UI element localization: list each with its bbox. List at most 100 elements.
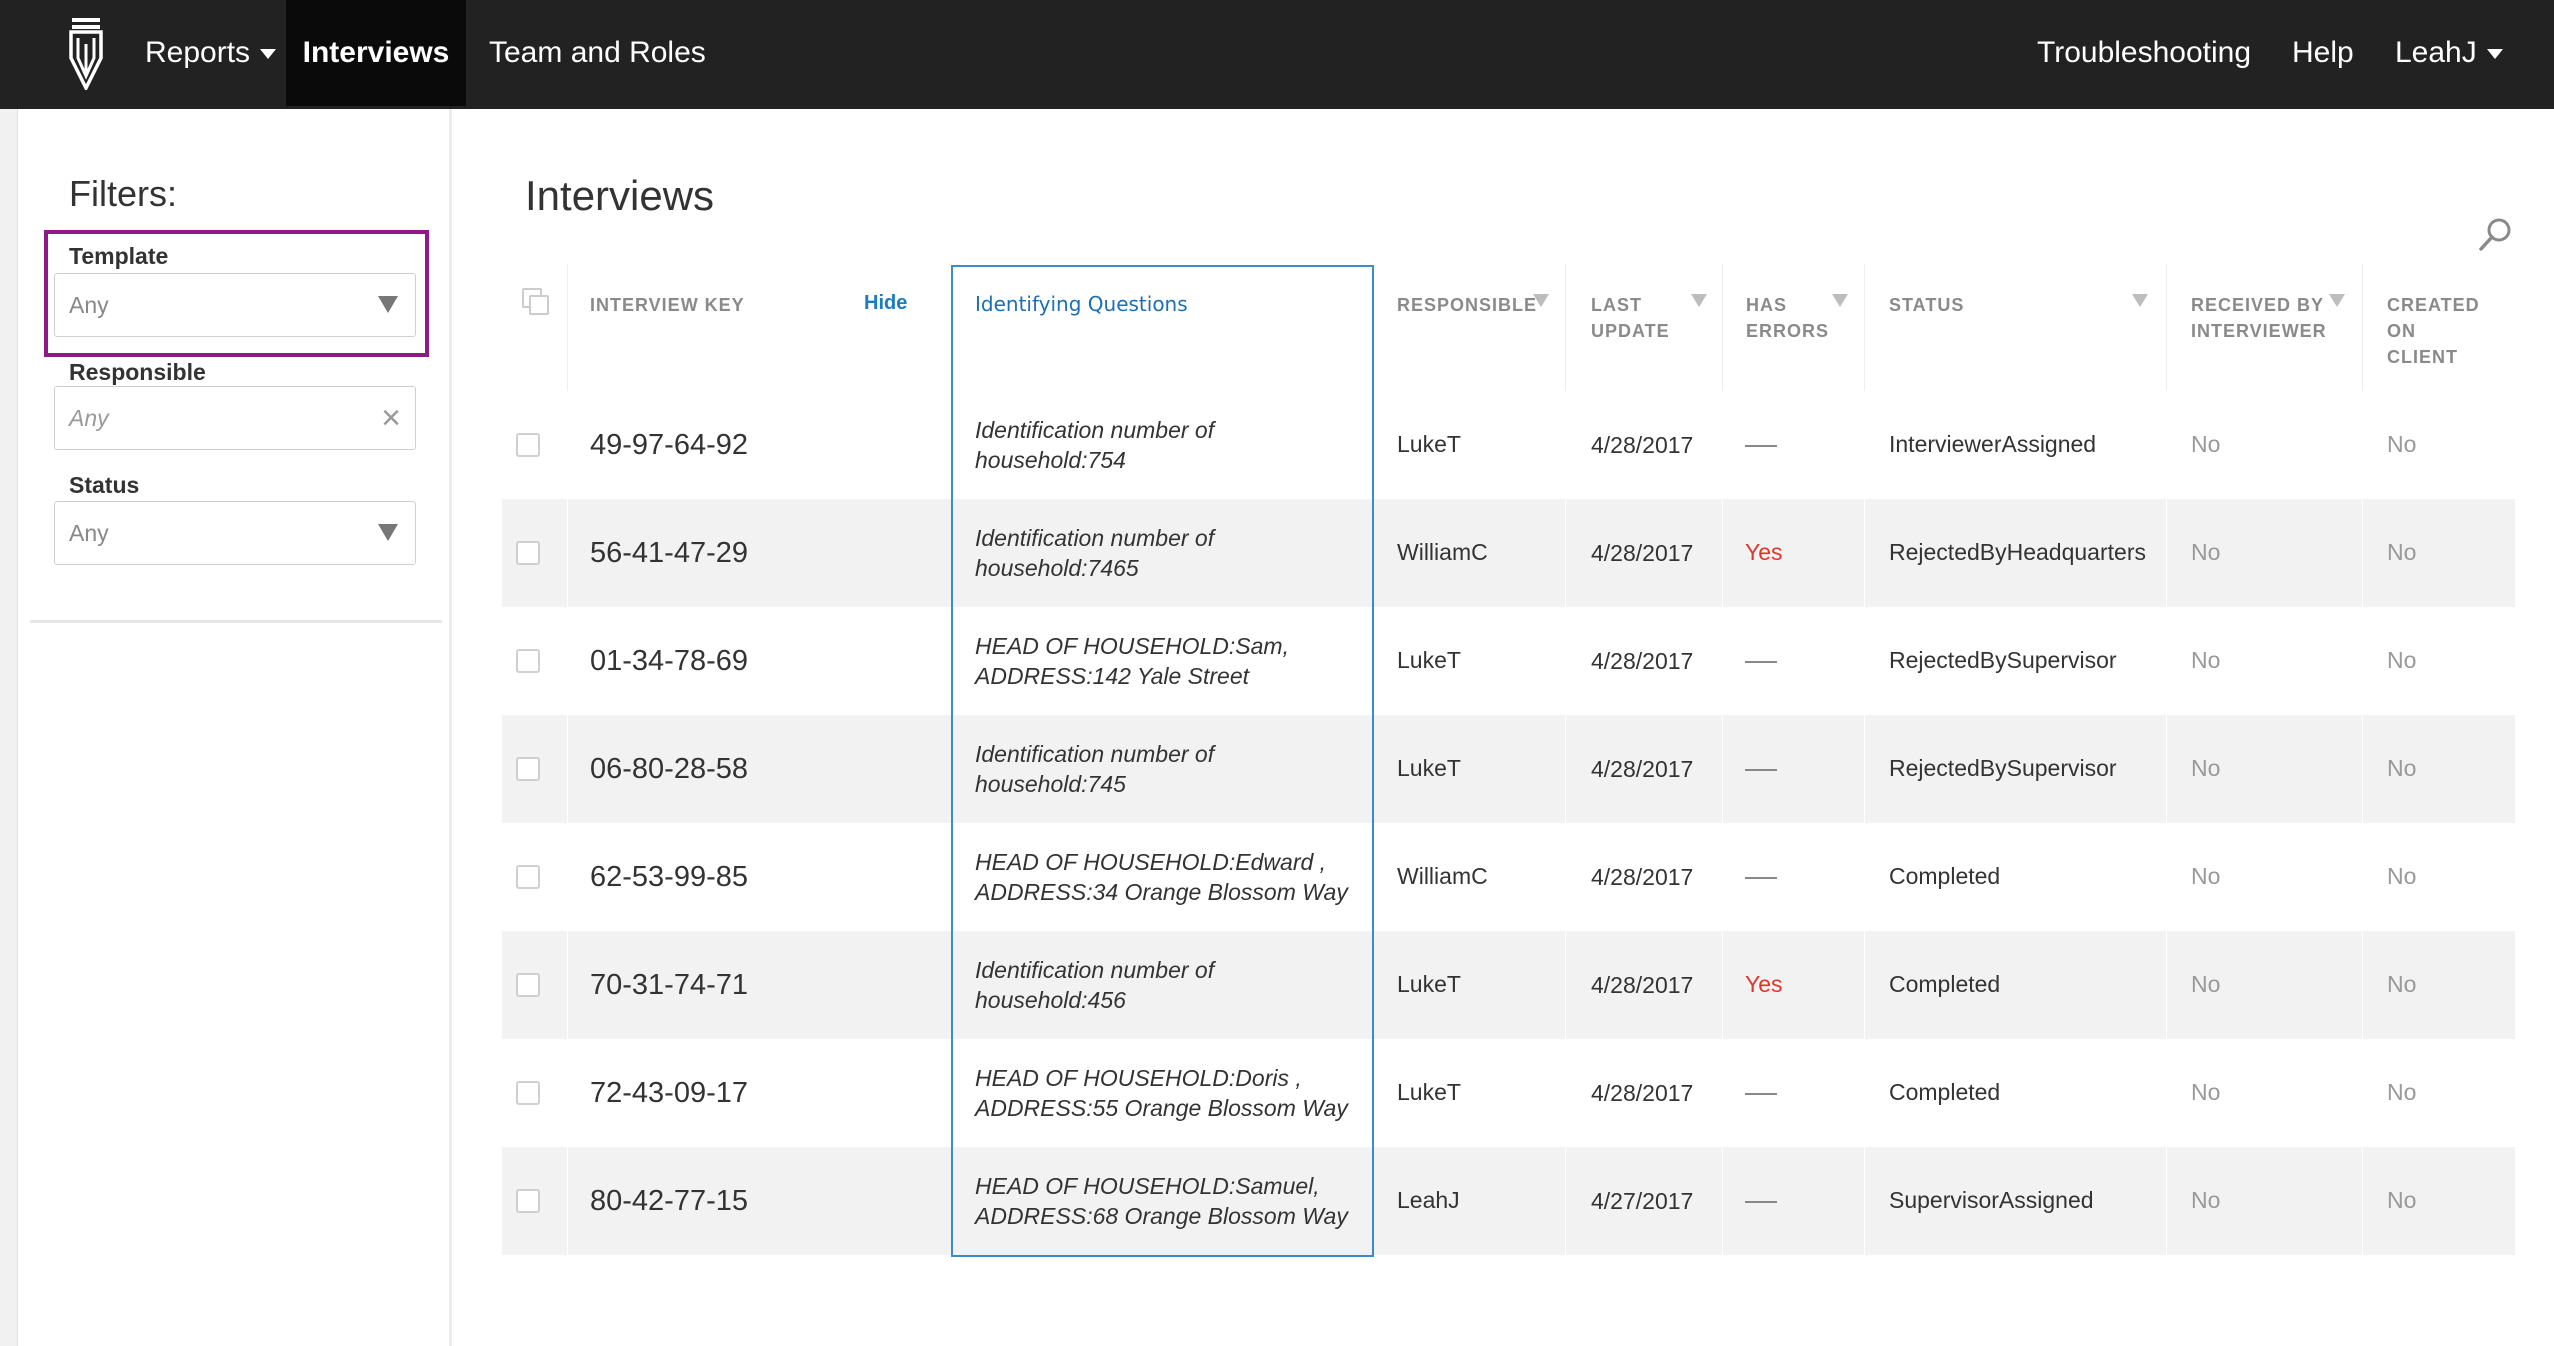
col-received-by-interviewer[interactable]: RECEIVED BY INTERVIEWER <box>2191 264 2327 392</box>
column-separator <box>1565 499 1566 607</box>
interview-key[interactable]: 80-42-77-15 <box>590 1185 748 1218</box>
column-separator <box>1722 1147 1723 1255</box>
col-status[interactable]: STATUS <box>1889 264 1964 392</box>
page-title: Interviews <box>525 172 715 219</box>
interview-key[interactable]: 49-97-64-92 <box>590 429 748 462</box>
column-separator <box>567 1147 568 1255</box>
table-row[interactable]: 62-53-99-85 HEAD OF HOUSEHOLD:Edward , A… <box>502 823 2515 931</box>
filter-icon[interactable] <box>2329 294 2345 307</box>
filter-icon[interactable] <box>1691 294 1707 307</box>
last-update-cell: 4/28/2017 <box>1591 432 1694 458</box>
column-separator <box>1722 823 1723 931</box>
interview-key[interactable]: 70-31-74-71 <box>590 969 748 1002</box>
top-navbar: Reports Interviews Team and Roles Troubl… <box>0 0 2554 109</box>
identifying-line-2: ADDRESS:55 Orange Blossom Way <box>975 1095 1348 1121</box>
interview-key[interactable]: 62-53-99-85 <box>590 861 748 894</box>
interview-key[interactable]: 01-34-78-69 <box>590 645 748 678</box>
column-separator <box>2362 715 2363 823</box>
column-separator <box>1864 391 1865 499</box>
nav-team-and-roles[interactable]: Team and Roles <box>489 0 706 106</box>
status-select[interactable]: Any <box>54 501 416 565</box>
col-created-on-client[interactable]: CREATED ON CLIENT <box>2387 264 2480 392</box>
table-row[interactable]: 70-31-74-71 Identification number of hou… <box>502 931 2515 1039</box>
col-has-errors[interactable]: HAS ERRORS <box>1746 264 1829 392</box>
responsible-cell: LukeT <box>1397 755 1461 781</box>
nav-troubleshooting[interactable]: Troubleshooting <box>2037 0 2251 106</box>
col-identifying-questions[interactable]: Identifying Questions <box>975 292 1188 316</box>
pen-nib-logo-icon[interactable] <box>66 18 106 90</box>
clear-icon[interactable]: × <box>381 401 401 435</box>
responsible-input[interactable]: Any × <box>54 386 416 450</box>
identifying-questions-cell: HEAD OF HOUSEHOLD:Edward , ADDRESS:34 Or… <box>975 847 1375 907</box>
row-checkbox[interactable] <box>516 973 540 997</box>
identifying-line-1: Identification number of <box>975 417 1215 443</box>
column-separator <box>2166 1147 2167 1255</box>
interview-key[interactable]: 72-43-09-17 <box>590 1077 748 1110</box>
identifying-line-1: HEAD OF HOUSEHOLD:Sam, <box>975 633 1289 659</box>
hide-identifying-link[interactable]: Hide <box>864 292 907 315</box>
responsible-cell: LukeT <box>1397 647 1461 673</box>
row-checkbox[interactable] <box>516 1189 540 1213</box>
has-errors-cell: Yes <box>1745 539 1783 565</box>
created-on-client-cell: No <box>2387 539 2417 565</box>
identifying-line-1: Identification number of <box>975 741 1215 767</box>
nav-user-menu[interactable]: LeahJ <box>2395 0 2503 106</box>
table-row[interactable]: 01-34-78-69 HEAD OF HOUSEHOLD:Sam, ADDRE… <box>502 607 2515 715</box>
identifying-line-2: ADDRESS:34 Orange Blossom Way <box>975 879 1348 905</box>
table-row[interactable]: 72-43-09-17 HEAD OF HOUSEHOLD:Doris , AD… <box>502 1039 2515 1147</box>
status-cell: Completed <box>1889 1079 2001 1105</box>
filter-icon[interactable] <box>1832 294 1848 307</box>
status-cell: RejectedBySupervisor <box>1889 755 2117 781</box>
column-separator <box>567 607 568 715</box>
row-checkbox[interactable] <box>516 433 540 457</box>
created-on-client-cell: No <box>2387 1079 2417 1105</box>
caret-down-icon <box>2486 49 2503 60</box>
search-icon[interactable] <box>2478 216 2514 252</box>
row-checkbox[interactable] <box>516 865 540 889</box>
identifying-line-2: household:456 <box>975 987 1126 1013</box>
column-separator <box>567 823 568 931</box>
column-separator <box>2166 607 2167 715</box>
responsible-cell: WilliamC <box>1397 863 1488 889</box>
table-row[interactable]: 49-97-64-92 Identification number of hou… <box>502 391 2515 499</box>
column-separator <box>1565 931 1566 1039</box>
nav-reports[interactable]: Reports <box>145 0 277 106</box>
received-by-interviewer-cell: No <box>2191 539 2221 565</box>
row-checkbox[interactable] <box>516 757 540 781</box>
template-select[interactable]: Any <box>54 273 416 337</box>
column-separator <box>1864 931 1865 1039</box>
filter-icon[interactable] <box>1533 294 1549 307</box>
select-all-checkbox[interactable] <box>529 295 549 315</box>
nav-help[interactable]: Help <box>2292 0 2354 106</box>
column-separator <box>1565 264 1566 392</box>
column-separator <box>2362 264 2363 392</box>
responsible-cell: WilliamC <box>1397 539 1488 565</box>
col-last-update[interactable]: LAST UPDATE <box>1591 264 1670 392</box>
dropdown-arrow-icon <box>378 524 398 541</box>
interview-key[interactable]: 06-80-28-58 <box>590 753 748 786</box>
row-checkbox[interactable] <box>516 649 540 673</box>
col-interview-key[interactable]: INTERVIEW KEY <box>590 264 745 392</box>
identifying-line-1: HEAD OF HOUSEHOLD:Doris , <box>975 1065 1302 1091</box>
identifying-line-1: HEAD OF HOUSEHOLD:Edward , <box>975 849 1327 875</box>
identifying-questions-cell: Identification number of household:754 <box>975 415 1375 475</box>
col-last-update-line1: LAST <box>1591 295 1642 315</box>
column-separator <box>1864 607 1865 715</box>
last-update-cell: 4/28/2017 <box>1591 756 1694 782</box>
table-row[interactable]: 56-41-47-29 Identification number of hou… <box>502 499 2515 607</box>
nav-interviews[interactable]: Interviews <box>286 0 466 106</box>
row-checkbox[interactable] <box>516 1081 540 1105</box>
responsible-cell: LukeT <box>1397 1079 1461 1105</box>
column-separator <box>567 931 568 1039</box>
table-row[interactable]: 06-80-28-58 Identification number of hou… <box>502 715 2515 823</box>
table-row[interactable]: 80-42-77-15 HEAD OF HOUSEHOLD:Samuel, AD… <box>502 1147 2515 1255</box>
received-by-interviewer-cell: No <box>2191 431 2221 457</box>
column-separator <box>567 1039 568 1147</box>
row-checkbox[interactable] <box>516 541 540 565</box>
column-separator <box>567 391 568 499</box>
col-received-line1: RECEIVED BY <box>2191 295 2325 315</box>
column-separator <box>1565 823 1566 931</box>
col-responsible[interactable]: RESPONSIBLE <box>1397 264 1537 392</box>
filter-icon[interactable] <box>2132 294 2148 307</box>
interview-key[interactable]: 56-41-47-29 <box>590 537 748 570</box>
